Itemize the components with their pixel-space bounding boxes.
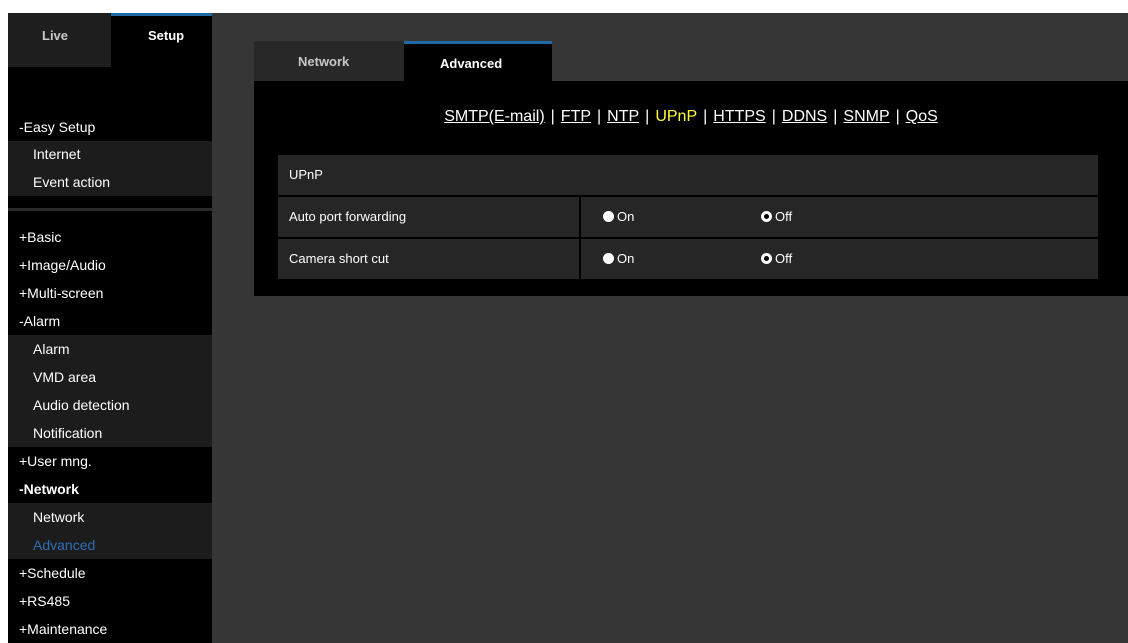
tab-live[interactable]: Live	[8, 13, 111, 67]
sidebar-item-rs485[interactable]: +RS485	[8, 587, 212, 615]
sidebar-item-user-mng[interactable]: +User mng.	[8, 447, 212, 475]
radio-off-label: Off	[775, 209, 793, 224]
sidebar-item-network[interactable]: Network	[8, 503, 212, 531]
link-ddns[interactable]: DDNS	[782, 108, 827, 125]
link-smtp[interactable]: SMTP(E-mail)	[444, 108, 544, 125]
link-https[interactable]: HTTPS	[713, 108, 765, 125]
radio-off[interactable]: Off	[761, 239, 792, 279]
tab-network[interactable]: Network	[254, 41, 404, 81]
radio-unselected-icon	[603, 253, 614, 264]
sidebar-item-multi-screen[interactable]: +Multi-screen	[8, 279, 212, 307]
app-frame: Live Setup -Easy Setup Internet Event ac…	[8, 13, 1128, 643]
radio-on-label: On	[617, 209, 635, 224]
sidebar-item-vmd-area[interactable]: VMD area	[8, 363, 212, 391]
cell-divider	[579, 197, 581, 237]
sidebar-item-easy-setup[interactable]: -Easy Setup	[8, 113, 212, 141]
sidebar-item-alarm-group[interactable]: -Alarm	[8, 307, 212, 335]
tab-advanced[interactable]: Advanced	[404, 41, 552, 81]
link-separator: |	[833, 108, 838, 125]
sidebar-item-advanced[interactable]: Advanced	[8, 531, 212, 559]
radio-on[interactable]: On	[603, 197, 634, 237]
sidebar: Live Setup -Easy Setup Internet Event ac…	[8, 13, 212, 643]
setting-label: Auto port forwarding	[289, 209, 407, 224]
radio-off[interactable]: Off	[761, 197, 792, 237]
link-separator: |	[895, 108, 900, 125]
sidebar-item-internet[interactable]: Internet	[8, 141, 212, 168]
link-qos[interactable]: QoS	[906, 108, 938, 125]
sub-navigation: SMTP(E-mail) | FTP | NTP | UPnP | HTTPS | DDNS | SNM…	[254, 108, 1128, 126]
radio-on[interactable]: On	[603, 239, 634, 279]
sidebar-item-audio-detection[interactable]: Audio detection	[8, 391, 212, 419]
sidebar-item-schedule[interactable]: +Schedule	[8, 559, 212, 587]
section-header: UPnP	[278, 155, 1098, 195]
setting-label: Camera short cut	[289, 251, 389, 266]
settings-panel: SMTP(E-mail) | FTP | NTP | UPnP | HTTPS | DDNS | SNM…	[254, 81, 1128, 296]
link-separator: |	[771, 108, 776, 125]
link-separator: |	[645, 108, 650, 125]
radio-on-label: On	[617, 251, 635, 266]
radio-off-label: Off	[775, 251, 793, 266]
radio-selected-icon	[761, 211, 772, 222]
radio-unselected-icon	[603, 211, 614, 222]
sidebar-item-event-action[interactable]: Event action	[8, 168, 212, 196]
sidebar-item-image-audio[interactable]: +Image/Audio	[8, 251, 212, 279]
link-separator: |	[703, 108, 708, 125]
link-separator: |	[550, 108, 555, 125]
link-separator: |	[597, 108, 602, 125]
link-ntp[interactable]: NTP	[607, 108, 639, 125]
sidebar-item-maintenance[interactable]: +Maintenance	[8, 615, 212, 643]
sidebar-item-basic[interactable]: +Basic	[8, 223, 212, 251]
section-title: UPnP	[289, 167, 323, 182]
tab-setup[interactable]: Setup	[111, 13, 212, 67]
setting-row-camera-short-cut: Camera short cut On Off	[278, 239, 1098, 279]
sidebar-item-network-group[interactable]: -Network	[8, 475, 212, 503]
link-snmp[interactable]: SNMP	[843, 108, 889, 125]
sidebar-divider	[8, 208, 212, 211]
link-upnp[interactable]: UPnP	[655, 108, 697, 125]
sidebar-item-alarm[interactable]: Alarm	[8, 335, 212, 363]
setting-row-auto-port-forwarding: Auto port forwarding On Off	[278, 197, 1098, 237]
link-ftp[interactable]: FTP	[561, 108, 591, 125]
sidebar-item-notification[interactable]: Notification	[8, 419, 212, 447]
cell-divider	[579, 239, 581, 279]
radio-selected-icon	[761, 253, 772, 264]
